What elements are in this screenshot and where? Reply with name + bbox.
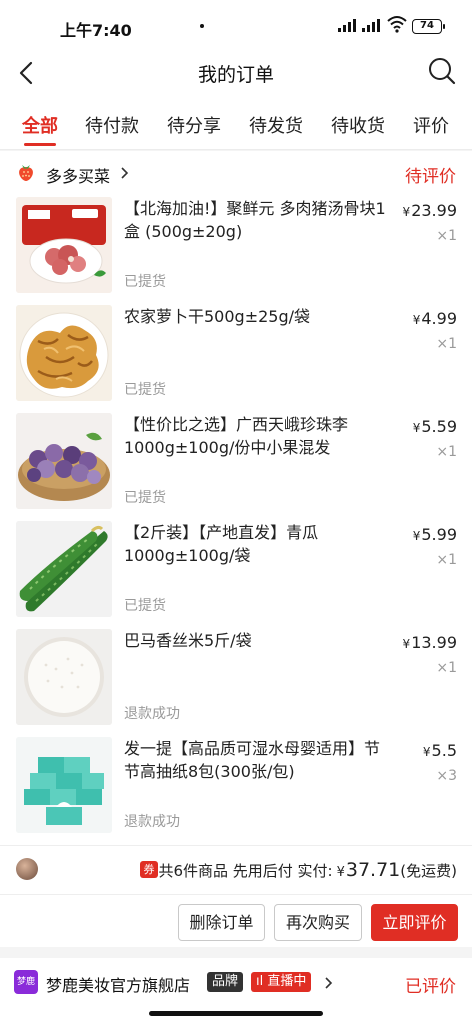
product-image-tissues[interactable] [16,737,112,833]
product-quantity: ×1 [436,228,457,244]
delete-order-button[interactable]: 删除订单 [178,904,265,941]
avatar[interactable] [16,858,38,880]
tab-all[interactable]: 全部 [22,112,58,138]
product-price: ¥23.99 [402,201,457,220]
wifi-icon [387,16,407,33]
product-price: ¥5.5 [422,741,457,760]
product-image-cucumber[interactable] [16,521,112,617]
shop-logo[interactable]: 梦鹿 [14,970,38,994]
order-item[interactable]: 巴马香丝米5斤/袋 ¥13.99 ×1 退款成功 [0,626,472,734]
item-status: 已提货 [124,382,166,398]
home-indicator[interactable] [149,1011,323,1016]
order-actions: 删除订单 再次购买 立即评价 [0,894,472,947]
product-image-plums[interactable] [16,413,112,509]
product-name[interactable]: 巴马香丝米5斤/袋 [124,629,394,652]
order-item[interactable]: 【北海加油!】聚鲜元 多肉猪汤骨块1盒 (500g±20g) ¥23.99 ×1… [0,194,472,302]
product-name[interactable]: 【性价比之选】广西天峨珍珠李1000g±100g/份中小果混发 [124,413,394,459]
product-price: ¥4.99 [412,309,457,328]
total-amount: 37.71 [345,859,401,881]
currency-symbol: ¥ [336,865,345,880]
product-name[interactable]: 发一提【高品质可湿水母婴适用】节节高抽纸8包(300张/包) [124,737,394,783]
order-card: 多多买菜 待评价 【北海加油!】聚鲜元 多肉猪汤骨块1盒 (500g±20g) … [0,151,472,947]
order-summary: 券 共6件商品 先用后付 实付: ¥ 37.71 (免运费) [0,846,472,894]
summary-text: 共6件商品 先用后付 实付: [158,862,333,880]
item-status: 退款成功 [124,706,180,722]
product-price: ¥5.59 [412,417,457,436]
rebuy-button[interactable]: 再次购买 [274,904,362,941]
shipping-note: (免运费) [400,862,457,880]
chevron-right-icon [325,977,333,989]
order-item[interactable]: 【2斤装】【产地直发】青瓜1000g±100g/袋 ¥5.99 ×1 已提货 [0,518,472,626]
signal-icon [338,18,356,32]
product-image-dried-radish[interactable] [16,305,112,401]
item-status: 已提货 [124,490,166,506]
tab-review[interactable]: 评价 [413,112,449,138]
product-price: ¥5.99 [412,525,457,544]
product-quantity: ×1 [436,660,457,676]
order-item[interactable]: 农家萝卜干500g±25g/袋 ¥4.99 ×1 已提货 [0,302,472,410]
product-quantity: ×1 [436,444,457,460]
coupon-icon: 券 [140,861,158,878]
shop-name[interactable]: 多多买菜 [46,163,110,187]
tab-pending-receipt[interactable]: 待收货 [331,112,385,138]
product-image-rice[interactable] [16,629,112,725]
order-total: 共6件商品 先用后付 实付: ¥ 37.71 (免运费) [158,859,457,881]
nav-bar: 我的订单 [0,52,472,96]
order-item[interactable]: 【性价比之选】广西天峨珍珠李1000g±100g/份中小果混发 ¥5.59 ×1… [0,410,472,518]
item-status: 退款成功 [124,814,180,830]
search-icon[interactable] [427,56,457,86]
product-price: ¥13.99 [402,633,457,652]
product-name[interactable]: 【北海加油!】聚鲜元 多肉猪汤骨块1盒 (500g±20g) [124,197,394,243]
tab-pending-shipment[interactable]: 待发货 [249,112,303,138]
chevron-right-icon [121,167,129,179]
status-time: 上午7:40 [60,21,132,40]
order-status: 已评价 [405,977,456,997]
review-now-button[interactable]: 立即评价 [371,904,458,941]
tab-pending-payment[interactable]: 待付款 [85,112,139,138]
battery-icon: 74 [412,19,445,34]
shop-header[interactable]: 多多买菜 待评价 [0,151,472,191]
order-status: 待评价 [405,167,456,187]
product-name[interactable]: 【2斤装】【产地直发】青瓜1000g±100g/袋 [124,521,394,567]
product-quantity: ×1 [436,552,457,568]
status-bar: 上午7:40 74 [0,0,472,52]
product-quantity: ×1 [436,336,457,352]
brand-tag: 品牌 [207,972,244,992]
notification-dot [200,24,204,28]
shop-name[interactable]: 梦鹿美妆官方旗舰店 [46,972,190,996]
item-status: 已提货 [124,598,166,614]
live-tag[interactable]: ıl 直播中 [251,972,312,992]
order-item[interactable]: 发一提【高品质可湿水母婴适用】节节高抽纸8包(300张/包) ¥5.5 ×3 退… [0,734,472,842]
product-name[interactable]: 农家萝卜干500g±25g/袋 [124,305,394,328]
order-tabs: 全部 待付款 待分享 待发货 待收货 评价 [0,96,472,150]
product-image-pork-bones[interactable] [16,197,112,293]
live-icon: ıl [256,974,268,989]
item-status: 已提货 [124,274,166,290]
tab-pending-share[interactable]: 待分享 [167,112,221,138]
signal-hd-icon [362,18,380,32]
product-quantity: ×3 [436,768,457,784]
page-title: 我的订单 [197,64,274,86]
active-tab-indicator [24,143,56,146]
strawberry-icon [19,165,33,181]
